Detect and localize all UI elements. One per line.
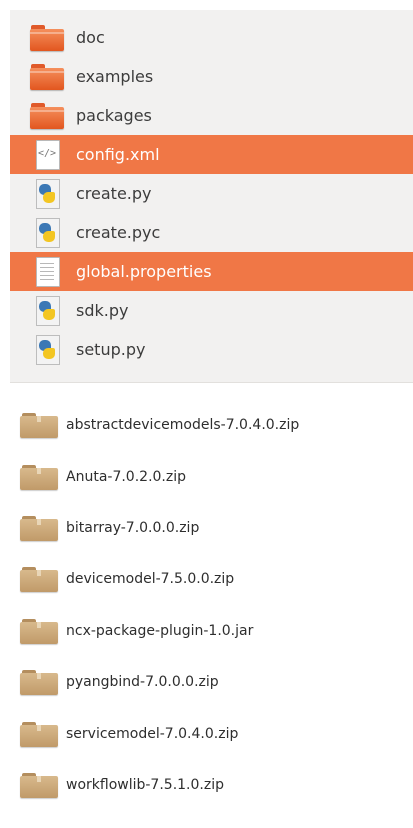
file-row-setup-py[interactable]: setup.py <box>10 330 413 369</box>
file-row-config-xml[interactable]: </> config.xml <box>10 135 413 174</box>
archive-name: pyangbind-7.0.0.0.zip <box>66 674 219 690</box>
file-list-panel: doc examples packages </> config.xml cre… <box>10 10 413 383</box>
archive-row[interactable]: abstractdevicemodels-7.0.4.0.zip <box>0 405 413 445</box>
archive-name: bitarray-7.0.0.0.zip <box>66 520 200 536</box>
python-file-icon <box>30 295 66 326</box>
file-row-create-pyc[interactable]: create.pyc <box>10 213 413 252</box>
file-name: global.properties <box>76 262 212 281</box>
archive-folder-icon <box>20 618 58 644</box>
file-name: setup.py <box>76 340 146 359</box>
file-name: doc <box>76 28 105 47</box>
archive-row[interactable]: pyangbind-7.0.0.0.zip <box>0 662 413 702</box>
folder-icon <box>30 62 66 92</box>
archive-folder-icon <box>20 515 58 541</box>
folder-icon <box>30 101 66 131</box>
file-name: create.pyc <box>76 223 161 242</box>
file-row-sdk-py[interactable]: sdk.py <box>10 291 413 330</box>
archive-name: Anuta-7.0.2.0.zip <box>66 469 186 485</box>
file-row-global-properties[interactable]: global.properties <box>10 252 413 291</box>
archive-folder-icon <box>20 566 58 592</box>
file-name: config.xml <box>76 145 160 164</box>
archive-folder-icon <box>20 669 58 695</box>
archive-row[interactable]: Anuta-7.0.2.0.zip <box>0 457 413 497</box>
archive-name: ncx-package-plugin-1.0.jar <box>66 623 254 639</box>
archive-folder-icon <box>20 772 58 798</box>
archive-name: abstractdevicemodels-7.0.4.0.zip <box>66 417 300 433</box>
xml-file-icon: </> <box>30 139 66 170</box>
folder-icon <box>30 23 66 53</box>
file-row-examples[interactable]: examples <box>10 57 413 96</box>
file-name: examples <box>76 67 154 86</box>
python-file-icon <box>30 217 66 248</box>
file-row-packages[interactable]: packages <box>10 96 413 135</box>
file-name: sdk.py <box>76 301 129 320</box>
file-row-doc[interactable]: doc <box>10 18 413 57</box>
archive-name: workflowlib-7.5.1.0.zip <box>66 777 224 793</box>
python-file-icon <box>30 334 66 365</box>
archive-folder-icon <box>20 721 58 747</box>
archive-row[interactable]: bitarray-7.0.0.0.zip <box>0 508 413 548</box>
archive-row[interactable]: devicemodel-7.5.0.0.zip <box>0 559 413 599</box>
archive-row[interactable]: workflowlib-7.5.1.0.zip <box>0 765 413 805</box>
python-file-icon <box>30 178 66 209</box>
archive-folder-icon <box>20 464 58 490</box>
archive-folder-icon <box>20 412 58 438</box>
archive-name: servicemodel-7.0.4.0.zip <box>66 726 239 742</box>
archive-row[interactable]: ncx-package-plugin-1.0.jar <box>0 611 413 651</box>
file-name: packages <box>76 106 152 125</box>
archive-name: devicemodel-7.5.0.0.zip <box>66 571 235 587</box>
text-file-icon <box>30 256 66 287</box>
archive-row[interactable]: servicemodel-7.0.4.0.zip <box>0 714 413 754</box>
file-row-create-py[interactable]: create.py <box>10 174 413 213</box>
file-name: create.py <box>76 184 152 203</box>
